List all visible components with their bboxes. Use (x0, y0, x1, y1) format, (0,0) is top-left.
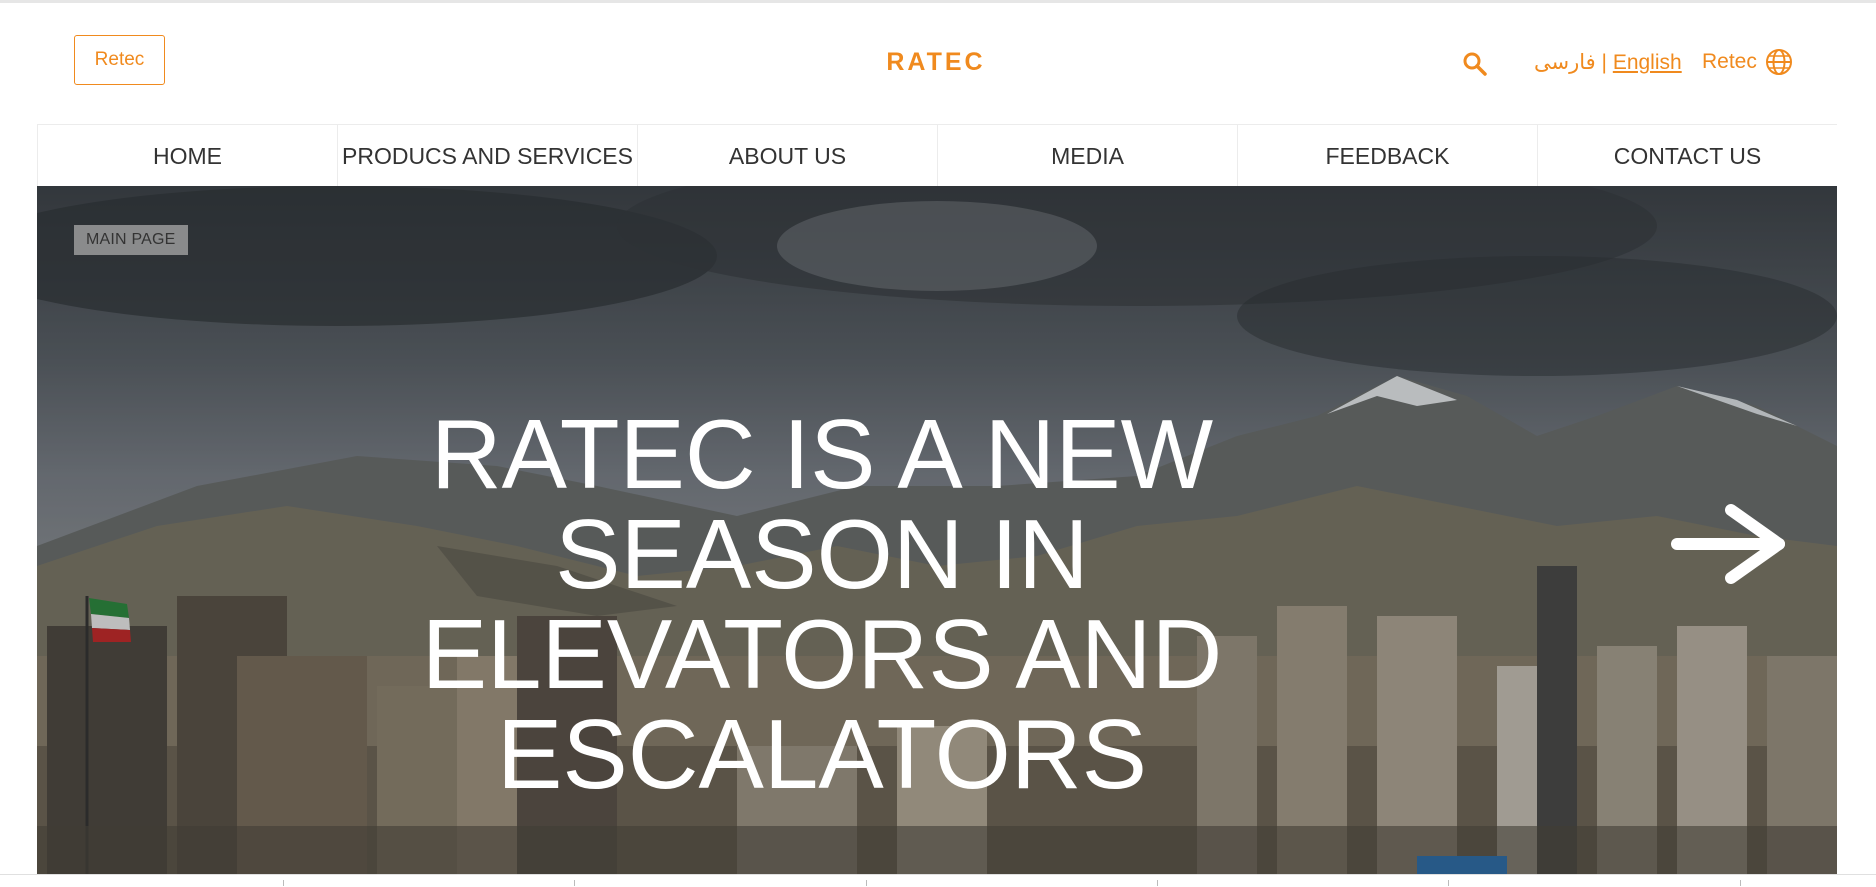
retec-button[interactable]: Retec (74, 35, 165, 85)
bottom-tick (1740, 880, 1741, 886)
hero-headline: RATEC IS A NEW SEASON IN ELEVATORS AND E… (421, 399, 1223, 809)
brand-globe-link[interactable]: Retec (1702, 48, 1793, 76)
search-icon[interactable] (1462, 51, 1488, 77)
globe-icon (1765, 49, 1792, 75)
nav-contact-us[interactable]: CONTACT US (1537, 125, 1837, 187)
bottom-strip (0, 874, 1876, 887)
bottom-tick (574, 880, 575, 886)
bottom-tick (1157, 880, 1158, 886)
logo-text: RATEC (886, 48, 985, 76)
nav-media[interactable]: MEDIA (937, 125, 1237, 187)
nav-feedback[interactable]: FEEDBACK (1237, 125, 1537, 187)
nav-products-services[interactable]: PRODUCS AND SERVICES (337, 125, 637, 187)
bottom-tick (866, 880, 867, 886)
top-rule (0, 0, 1876, 3)
main-nav: HOME PRODUCS AND SERVICES ABOUT US MEDIA… (37, 124, 1837, 187)
nav-about-us[interactable]: ABOUT US (637, 125, 937, 187)
lang-farsi-link[interactable]: فارسی (1534, 51, 1596, 74)
ratec-logo[interactable]: RATEC (886, 48, 986, 76)
nav-home[interactable]: HOME (37, 125, 337, 187)
lang-separator: | (1595, 51, 1613, 74)
bottom-tick (1448, 880, 1449, 886)
lang-english-link[interactable]: English (1613, 51, 1682, 74)
breadcrumb-main-page[interactable]: MAIN PAGE (74, 225, 188, 255)
hero-banner: MAIN PAGE RATEC IS A NEW SEASON IN ELEVA… (37, 186, 1837, 874)
bottom-tick (283, 880, 284, 886)
brand-right-label: Retec (1702, 50, 1757, 73)
language-switcher: فارسی | English (1534, 50, 1682, 75)
arrow-right-icon[interactable] (1671, 504, 1791, 584)
